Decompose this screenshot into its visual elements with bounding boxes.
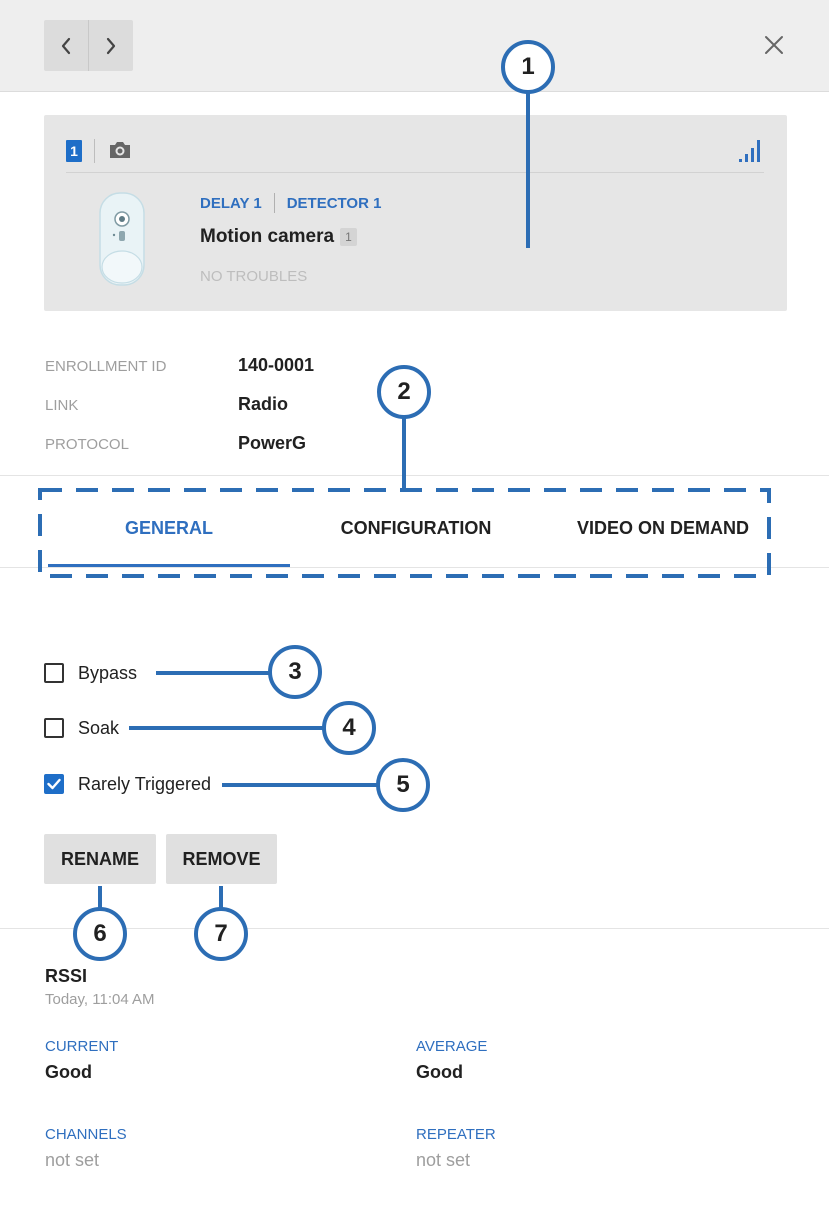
tabs-divider [0, 567, 829, 568]
detector-tag[interactable]: DETECTOR 1 [287, 195, 382, 212]
average-label: AVERAGE [416, 1038, 488, 1055]
bypass-option[interactable]: Bypass [44, 661, 137, 685]
current-value: Good [45, 1062, 92, 1082]
callout-number-6: 6 [93, 920, 107, 947]
device-name-badge: 1 [340, 228, 357, 246]
callout-number-4: 4 [342, 714, 356, 741]
rarely-triggered-option[interactable]: Rarely Triggered [44, 772, 211, 796]
callout-number-2: 2 [397, 378, 411, 405]
chevron-left-icon [61, 37, 71, 54]
rename-button[interactable]: RENAME [44, 834, 156, 884]
repeater-label: REPEATER [416, 1126, 496, 1143]
previous-button[interactable] [44, 20, 88, 71]
callout-number-1: 1 [521, 53, 535, 80]
tab-configuration[interactable]: CONFIGURATION [295, 506, 537, 550]
remove-button[interactable]: REMOVE [166, 834, 277, 884]
checkmark-icon [47, 778, 61, 790]
soak-checkbox[interactable] [44, 718, 64, 738]
channels-value: not set [45, 1150, 100, 1170]
device-name-row: Motion camera 1 [200, 226, 357, 248]
top-bar [0, 0, 829, 92]
device-number-badge: 1 [66, 140, 82, 162]
chevron-right-icon [106, 37, 115, 54]
protocol-value: PowerG [238, 433, 307, 453]
header-separator [94, 139, 95, 163]
soak-label: Soak [78, 717, 120, 738]
callout-number-7: 7 [214, 920, 228, 947]
enrollment-id-value: 140-0001 [238, 355, 315, 375]
rarely-triggered-label: Rarely Triggered [78, 773, 212, 794]
device-tags: DELAY 1 DETECTOR 1 [200, 193, 381, 213]
average-value: Good [416, 1062, 463, 1082]
tab-video-on-demand[interactable]: VIDEO ON DEMAND [542, 506, 784, 550]
link-value: Radio [238, 394, 289, 414]
close-icon [765, 36, 783, 54]
soak-option[interactable]: Soak [44, 716, 119, 740]
rarely-triggered-checkbox[interactable] [44, 774, 64, 794]
callout-number-5: 5 [396, 771, 410, 798]
next-button[interactable] [88, 20, 132, 71]
section-divider [0, 475, 829, 476]
link-label: LINK [45, 397, 79, 414]
navigation-group [44, 20, 133, 71]
device-status: NO TROUBLES [200, 268, 308, 285]
bypass-label: Bypass [78, 662, 138, 683]
signal-bars-icon [739, 140, 760, 162]
channels-label: CHANNELS [45, 1126, 127, 1143]
camera-icon [110, 142, 130, 158]
motion-camera-device-image [99, 192, 145, 286]
tag-separator [273, 193, 275, 213]
rssi-timestamp: Today, 11:04 AM [45, 991, 155, 1008]
callout-number-3: 3 [288, 658, 302, 685]
current-label: CURRENT [45, 1038, 119, 1055]
tab-general[interactable]: GENERAL [48, 506, 290, 550]
bypass-checkbox[interactable] [44, 663, 64, 683]
close-button[interactable] [759, 30, 789, 60]
protocol-label: PROTOCOL [45, 436, 129, 453]
partition-tag[interactable]: DELAY 1 [200, 195, 262, 212]
device-card: 1 DELAY 1 DETECTOR 1 Motion camera 1 NO … [44, 115, 787, 311]
repeater-value: not set [416, 1150, 471, 1170]
enrollment-id-label: ENROLLMENT ID [45, 358, 167, 375]
rssi-title: RSSI [45, 966, 88, 986]
device-card-header: 1 [66, 137, 764, 173]
device-name: Motion camera [200, 226, 335, 247]
